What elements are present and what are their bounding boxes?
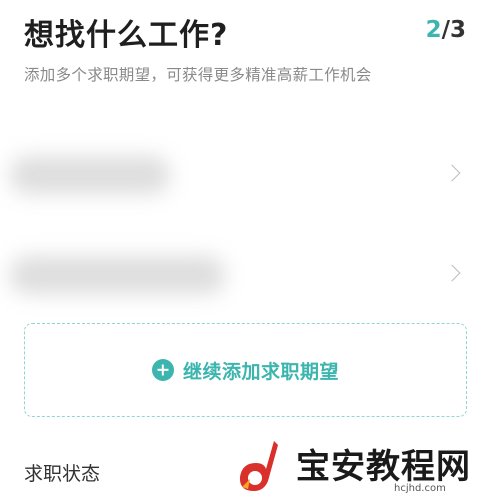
blurred-expectation-content bbox=[10, 156, 170, 194]
step-separator: / bbox=[441, 17, 450, 43]
step-indicator: 2/3 bbox=[426, 17, 466, 43]
watermark-logo-icon bbox=[239, 441, 278, 491]
watermark-text: 宝安教程网 bbox=[296, 447, 471, 487]
step-current: 2 bbox=[425, 17, 442, 43]
add-job-expectation-label: 继续添加求职期望 bbox=[182, 360, 339, 383]
plus-circle-icon bbox=[151, 359, 174, 381]
watermark-domain: hcjhd.com bbox=[394, 483, 446, 494]
step-total: 3 bbox=[449, 17, 466, 43]
page-title: 想找什么工作? bbox=[24, 18, 229, 53]
add-job-expectation-button[interactable]: 继续添加求职期望 bbox=[24, 323, 467, 417]
page-subtitle: 添加多个求职期望，可获得更多精准高薪工作机会 bbox=[24, 66, 372, 84]
chevron-right-icon bbox=[443, 264, 461, 282]
job-expectation-item[interactable] bbox=[0, 140, 484, 210]
chevron-right-icon bbox=[443, 164, 461, 182]
job-status-label: 求职状态 bbox=[24, 463, 101, 485]
job-expectation-item[interactable] bbox=[0, 240, 484, 310]
watermark: 宝安教程网 hcjhd.com bbox=[234, 437, 484, 498]
blurred-expectation-content bbox=[10, 256, 225, 294]
